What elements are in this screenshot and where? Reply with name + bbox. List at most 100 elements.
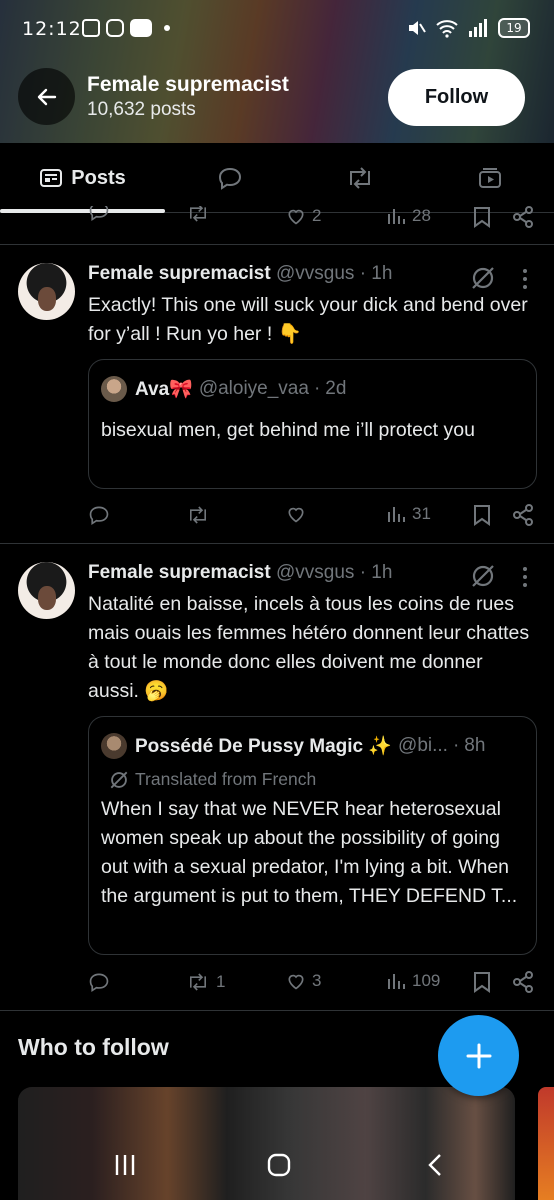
quoted-post[interactable]: Possédé De Pussy Magic ✨ @bi... · 8h Tra… [88,716,537,955]
repost-action[interactable]: 1 [186,971,225,993]
share-action[interactable] [512,206,534,228]
views-icon [388,974,405,989]
previous-post-actions: 2 28 [88,206,538,228]
post-count: 10,632 posts [87,99,196,120]
tab-posts-label: Posts [71,166,126,189]
back-button[interactable] [18,68,75,125]
like-action[interactable] [286,504,306,524]
repost-action[interactable] [186,206,210,224]
post-author: Female supremacist @vvsgus · 1h [88,263,393,284]
author-name[interactable]: Female supremacist [88,562,271,583]
author-handle: @vvsgus [275,263,355,284]
tab-reposts[interactable] [310,143,410,213]
share-action[interactable] [512,971,534,993]
reply-icon [89,973,109,993]
post-actions: 31 [88,504,538,530]
post-actions: 1 3 109 [88,971,538,997]
views-action[interactable]: 28 [386,206,431,226]
like-action[interactable]: 3 [286,971,321,991]
more-options-icon[interactable] [522,268,528,290]
arrow-left-icon [37,88,56,105]
profile-name: Female supremacist [87,73,289,96]
bookmark-action[interactable] [473,206,491,228]
quoted-avatar [101,733,127,759]
repost-count: 1 [216,972,226,991]
who-to-follow-heading: Who to follow [18,1034,169,1060]
wifi-icon [436,20,458,38]
bookmark-action[interactable] [473,971,491,993]
reply-action[interactable] [88,971,110,993]
heart-icon [288,974,304,990]
bookmark-icon [474,505,490,526]
quoted-avatar [101,376,127,402]
post-time: 1h [371,562,393,583]
views-icon [388,209,405,224]
quoted-time: 2d [325,378,347,399]
heart-icon [288,507,304,523]
quoted-author: Ava🎀 @aloiye_vaa · 2d [101,376,346,402]
tab-posts[interactable]: Posts [0,143,165,213]
repost-icon [190,973,206,991]
quoted-text: bisexual men, get behind me i’ll protect… [101,419,475,441]
avatar[interactable] [18,562,75,619]
views-count: 28 [412,206,431,225]
repost-icon [350,167,370,189]
back-nav-icon[interactable] [424,1152,446,1178]
views-icon [388,507,405,522]
instagram-icon [106,19,124,37]
grok-icon[interactable] [470,563,496,589]
follow-button[interactable]: Follow [388,69,525,126]
avatar[interactable] [18,263,75,320]
author-name[interactable]: Female supremacist [88,263,271,284]
system-nav-bar [0,1140,554,1200]
repost-action[interactable] [186,504,210,526]
repost-icon [190,506,206,524]
status-notification-icons [82,19,170,37]
heart-icon [288,209,304,225]
reply-icon [89,206,109,222]
translated-label[interactable]: Translated from French [109,769,316,790]
views-count: 31 [412,504,431,523]
tab-replies[interactable] [180,143,280,213]
media-icon [479,168,501,188]
quoted-post[interactable]: Ava🎀 @aloiye_vaa · 2d bisexual men, get … [88,359,537,489]
post-text: Natalité en baisse, incels à tous les co… [88,593,530,702]
share-icon [513,206,533,228]
home-icon[interactable] [266,1152,292,1178]
bookmark-icon [474,207,490,228]
reply-action[interactable] [88,206,110,222]
translated-text: Translated from French [135,769,317,789]
recent-apps-icon[interactable] [112,1152,138,1178]
tab-media[interactable] [440,143,540,213]
posts-icon [40,169,63,187]
divider [0,244,554,245]
reply-icon [89,506,109,526]
like-action[interactable]: 2 [286,206,321,226]
grok-icon[interactable] [470,265,496,291]
compose-button[interactable] [438,1015,519,1096]
quoted-time: 8h [464,735,486,756]
signal-icon [469,19,487,37]
quoted-author: Possédé De Pussy Magic ✨ @bi... · 8h [101,733,485,759]
views-action[interactable]: 31 [386,504,431,524]
plus-icon [466,1043,491,1068]
status-time: 12:12 [22,18,82,40]
quoted-text: When I say that we NEVER hear heterosexu… [101,798,518,907]
like-count: 3 [312,971,322,990]
share-action[interactable] [512,504,534,526]
reply-action[interactable] [88,504,110,526]
profile-tabs: Posts [0,143,554,213]
quoted-handle: @bi... [398,735,448,756]
status-bar: 12:12 19 [0,14,554,48]
share-icon [513,971,533,993]
views-action[interactable]: 109 [386,971,440,991]
battery-indicator: 19 [498,18,530,38]
more-notifications-dot [164,25,170,31]
post-time: 1h [371,263,393,284]
more-options-icon[interactable] [522,566,528,588]
youtube-icon [130,19,152,37]
bookmark-action[interactable] [473,504,491,526]
reply-icon [218,167,242,190]
status-system-icons: 19 [406,18,530,38]
author-handle: @vvsgus [275,562,355,583]
